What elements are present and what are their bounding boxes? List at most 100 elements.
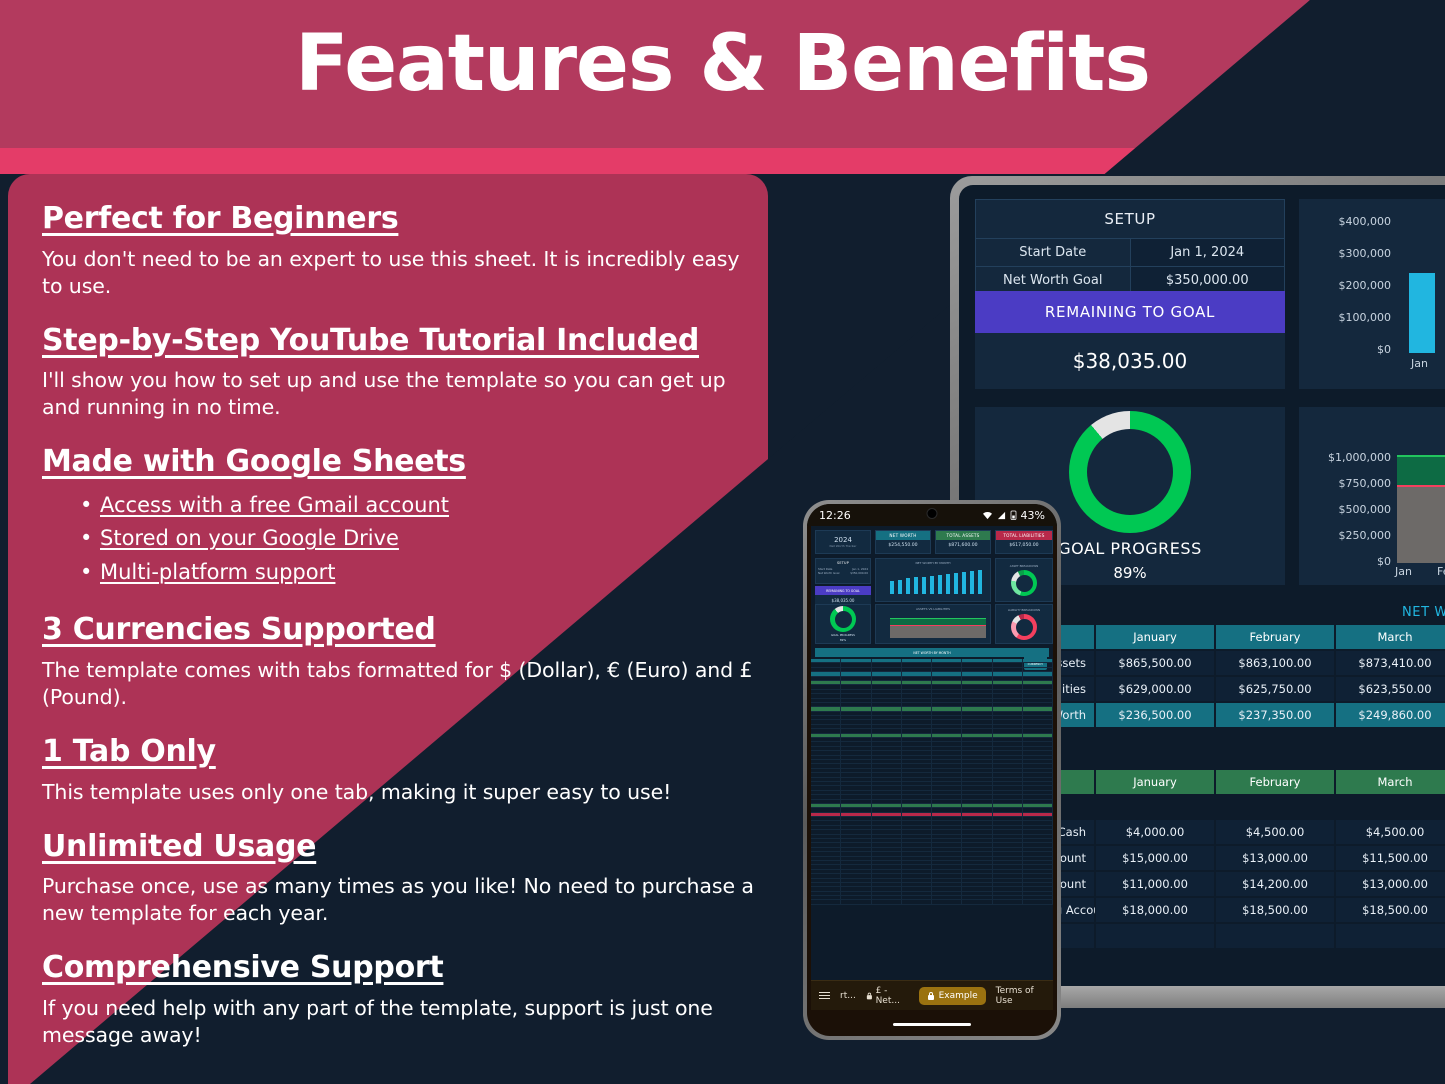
table-cell: $623,550.00 [1335, 676, 1445, 702]
phone-liabilities-donut-card: LIABILITY BREAKDOWN [995, 604, 1053, 644]
mini-bar [946, 574, 950, 594]
list-item: • Multi-platform support [80, 556, 762, 590]
page-title: Features & Benefits [295, 19, 1151, 109]
table-cell: $18,500.00 [1335, 897, 1445, 923]
phone-mockup: 12:26 43% 2024 Net Worth Tracker NET WOR… [803, 500, 1061, 1040]
table-cell: $629,000.00 [1095, 676, 1215, 702]
table-cell: $625,750.00 [1215, 676, 1335, 702]
subsection-spacer [1335, 795, 1445, 819]
table-cell: $11,500.00 [1335, 845, 1445, 871]
features-list: Perfect for Beginners You don't need to … [42, 200, 762, 1071]
feature-title: Perfect for Beginners [42, 201, 399, 236]
table-cell: $863,100.00 [1215, 650, 1335, 676]
x-tick-label: Feb [1437, 565, 1445, 578]
x-tick-label: Jan [1411, 357, 1428, 370]
home-indicator[interactable] [893, 1022, 971, 1026]
mini-bar [898, 580, 902, 594]
table-cell: $18,000.00 [1095, 897, 1215, 923]
goal-progress-label: GOAL PROGRESS [1058, 538, 1202, 558]
phone-setup-key: Net Worth Goal [818, 571, 840, 575]
phone-goal-card: GOAL PROGRESS 89% [815, 604, 871, 644]
table-cell: $236,500.00 [1095, 702, 1215, 728]
hamburger-icon[interactable] [819, 991, 830, 1000]
phone-kpi-title: NET WORTH [876, 531, 930, 540]
phone-remaining-card: REMAINING TO GOAL $38,035.00 [815, 586, 871, 606]
table-row [811, 900, 1053, 905]
bar-jan [1409, 273, 1435, 353]
y-tick-label: $400,000 [1338, 215, 1392, 228]
phone-area-chart-title: ASSETS VS LIABILITIES [916, 607, 950, 611]
phone-bar-chart-title: NET WORTH BY MONTH [915, 561, 951, 565]
bullet-label: Access with a free Gmail account [100, 492, 450, 517]
sheet-tab[interactable]: rt... [840, 991, 856, 1001]
bullet-icon: • [80, 559, 93, 584]
phone-tab-bar: rt... £ - Net... Example Terms of Use [811, 980, 1053, 1010]
column-header: March [1335, 624, 1445, 650]
feature-item: 3 Currencies Supported The template come… [42, 611, 762, 711]
table-cell-empty [1335, 923, 1445, 949]
sheet-tab[interactable]: £ - Net... [866, 986, 909, 1006]
y-tick-label: $100,000 [1338, 311, 1392, 324]
remaining-to-goal-value: $38,035.00 [975, 333, 1285, 389]
sheet-tab-active[interactable]: Example [918, 986, 986, 1005]
phone-kpi-card: TOTAL ASSETS $871,600.00 [935, 530, 991, 554]
remaining-to-goal-card: REMAINING TO GOAL $38,035.00 [975, 291, 1285, 389]
assets-area-band [1397, 455, 1445, 485]
table-cell-empty [1095, 923, 1215, 949]
table-cell: $249,860.00 [1335, 702, 1445, 728]
setup-row: Start Date Jan 1, 2024 [976, 239, 1284, 267]
table-cell: $11,000.00 [1095, 871, 1215, 897]
mini-bar [890, 581, 894, 594]
phone-setup-value: $350,000.00 [850, 571, 868, 575]
camera-icon [926, 508, 938, 519]
status-icons: 43% [982, 509, 1045, 522]
phone-setup-card: SETUP Start Date Jan 1, 2024 Net Worth G… [815, 558, 871, 584]
table-cell: $14,200.00 [1215, 871, 1335, 897]
phone-screen: 12:26 43% 2024 Net Worth Tracker NET WOR… [807, 504, 1057, 1036]
bar-plot-area [1399, 217, 1445, 353]
table-cell: $13,000.00 [1335, 871, 1445, 897]
mini-bar [930, 576, 934, 594]
bullet-label: Multi-platform support [100, 559, 336, 584]
feature-body: If you need help with any part of the te… [42, 995, 713, 1047]
table-cell: $4,000.00 [1095, 819, 1215, 845]
feature-title: 1 Tab Only [42, 734, 216, 770]
list-item: • Stored on your Google Drive [80, 522, 762, 556]
phone-kpi-title: TOTAL ASSETS [936, 531, 990, 540]
phone-area-chart: ASSETS VS LIABILITIES [875, 604, 991, 644]
feature-item: Perfect for Beginners You don't need to … [42, 200, 762, 300]
phone-goal-percent: 89% [839, 638, 847, 642]
feature-item: 1 Tab Only This template uses only one t… [42, 733, 762, 806]
y-tick-label: $250,000 [1338, 529, 1392, 542]
y-tick-label: $300,000 [1338, 247, 1392, 260]
phone-goal-label: GOAL PROGRESS [831, 633, 855, 637]
mini-bar [906, 578, 910, 594]
assets-line [1397, 455, 1445, 457]
phone-year-label: Net Worth Tracker [829, 544, 857, 548]
setup-row-label: Start Date [976, 239, 1131, 266]
phone-spreadsheet: 2024 Net Worth Tracker NET WORTH $254,55… [811, 526, 1053, 980]
phone-kpi-value: $871,600.00 [948, 543, 978, 548]
feature-title: Made with Google Sheets [42, 444, 466, 480]
liabilities-line [1397, 485, 1445, 487]
phone-assets-line [890, 618, 986, 619]
goal-progress-percent: 89% [1113, 563, 1147, 582]
setup-row-value[interactable]: $350,000.00 [1130, 267, 1284, 294]
table-cell: $4,500.00 [1335, 819, 1445, 845]
phone-setup-title: SETUP [837, 561, 849, 565]
sheet-tab[interactable]: Terms of Use [996, 986, 1045, 1006]
phone-kpi-title: TOTAL LIABILITIES [996, 531, 1052, 540]
phone-assets-band [890, 618, 986, 625]
lock-icon [927, 991, 934, 1000]
subsection-spacer [1215, 795, 1335, 819]
area-plot-area [1397, 455, 1445, 563]
feature-body: The template comes with tabs formatted f… [42, 657, 753, 710]
feature-title: Comprehensive Support [42, 950, 444, 986]
y-tick-label: $0 [1377, 555, 1391, 568]
feature-body: You don't need to be an expert to use th… [42, 246, 740, 298]
phone-remaining-title: REMAINING TO GOAL [815, 586, 871, 595]
remaining-to-goal-title: REMAINING TO GOAL [975, 291, 1285, 333]
battery-icon [1010, 510, 1016, 520]
setup-row-value[interactable]: Jan 1, 2024 [1130, 239, 1284, 266]
feature-item: Unlimited Usage Purchase once, use as ma… [42, 828, 762, 928]
